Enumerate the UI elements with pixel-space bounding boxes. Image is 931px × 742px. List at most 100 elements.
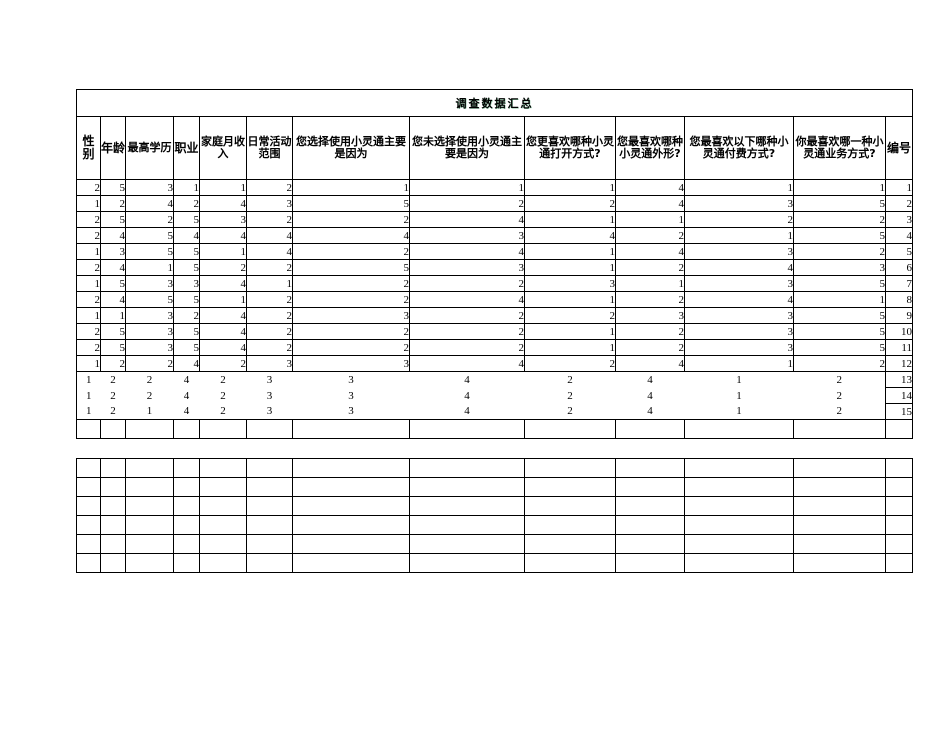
empty-cell[interactable] [100,553,126,573]
empty-cell[interactable] [409,496,525,516]
cell-open-style[interactable]: 1 [524,243,616,260]
empty-cell[interactable] [76,458,101,478]
cell-education[interactable]: 1 [125,403,174,420]
cell-education[interactable]: 3 [125,339,174,356]
empty-cell[interactable] [793,496,886,516]
cell-age[interactable]: 3 [100,243,126,260]
empty-cell[interactable] [76,515,101,535]
cell-service-type[interactable]: 3 [793,259,886,276]
empty-cell[interactable] [409,534,525,554]
empty-cell[interactable] [246,515,293,535]
empty-cell[interactable] [76,477,101,497]
cell-education[interactable]: 2 [125,355,174,372]
cell-gender[interactable]: 2 [76,179,101,196]
cell-gender[interactable]: 1 [76,403,101,420]
cell-reason-choose[interactable]: 2 [292,211,410,228]
cell-education[interactable]: 2 [125,211,174,228]
empty-cell[interactable] [100,419,126,439]
cell-education[interactable]: 5 [125,243,174,260]
cell-open-style[interactable]: 1 [524,259,616,276]
cell-gender[interactable]: 1 [76,355,101,372]
cell-id[interactable]: 5 [885,243,913,260]
empty-row[interactable] [76,496,913,516]
empty-cell[interactable] [173,419,200,439]
cell-reason-choose[interactable]: 3 [292,355,410,372]
cell-age[interactable]: 5 [100,339,126,356]
column-header-education[interactable]: 最高学历 [125,116,174,180]
column-header-reason-not-choose[interactable]: 您未选择使用小灵通主要是因为 [409,116,525,180]
cell-income[interactable]: 2 [199,259,247,276]
cell-service-type[interactable]: 1 [793,179,886,196]
cell-income[interactable]: 2 [199,355,247,372]
cell-service-type[interactable]: 5 [793,227,886,244]
cell-gender[interactable]: 1 [76,243,101,260]
cell-open-style[interactable]: 2 [524,195,616,212]
cell-appearance[interactable]: 4 [615,195,685,212]
cell-id[interactable]: 4 [885,227,913,244]
table-row[interactable]: 1 2 4 2 4 3 5 2 2 4 3 5 2 [76,195,913,212]
cell-age[interactable]: 5 [100,211,126,228]
table-row[interactable]: 1 3 5 5 1 4 2 4 1 4 3 2 5 [76,243,913,260]
cell-income[interactable]: 2 [199,387,247,404]
empty-cell[interactable] [684,496,794,516]
cell-income[interactable]: 4 [199,307,247,324]
cell-payment[interactable]: 1 [684,387,794,404]
cell-activity-range[interactable]: 3 [246,371,293,388]
cell-gender[interactable]: 2 [76,339,101,356]
empty-cell[interactable] [292,553,410,573]
cell-service-type[interactable]: 2 [793,403,886,420]
cell-age[interactable]: 2 [100,355,126,372]
cell-service-type[interactable]: 5 [793,307,886,324]
cell-age[interactable]: 2 [100,371,126,388]
table-row[interactable]: 1 2 2 4 2 3 3 4 2 4 1 2 12 [76,355,913,372]
cell-payment[interactable]: 1 [684,179,794,196]
cell-gender[interactable]: 2 [76,259,101,276]
cell-income[interactable]: 2 [199,403,247,420]
empty-cell[interactable] [409,477,525,497]
cell-income[interactable]: 4 [199,323,247,340]
empty-cell[interactable] [199,515,247,535]
cell-income[interactable]: 1 [199,243,247,260]
cell-id[interactable]: 6 [885,259,913,276]
cell-income[interactable]: 4 [199,227,247,244]
cell-open-style[interactable]: 3 [524,275,616,292]
empty-cell[interactable] [199,534,247,554]
cell-occupation[interactable]: 5 [173,259,200,276]
empty-cell[interactable] [246,496,293,516]
table-row[interactable]: 2 4 5 4 4 4 4 3 4 2 1 5 4 [76,227,913,244]
cell-appearance[interactable]: 2 [615,259,685,276]
cell-age[interactable]: 2 [100,403,126,420]
empty-cell[interactable] [292,534,410,554]
cell-open-style[interactable]: 2 [524,307,616,324]
empty-cell[interactable] [246,458,293,478]
cell-education[interactable]: 3 [125,275,174,292]
cell-appearance[interactable]: 1 [615,211,685,228]
cell-activity-range[interactable]: 1 [246,275,293,292]
empty-cell[interactable] [409,515,525,535]
cell-service-type[interactable]: 5 [793,323,886,340]
cell-gender[interactable]: 1 [76,307,101,324]
empty-cell[interactable] [292,496,410,516]
cell-id[interactable]: 15 [885,403,913,420]
table-row[interactable]: 2 5 2 5 3 2 2 4 1 1 2 2 3 [76,211,913,228]
cell-age[interactable]: 1 [100,307,126,324]
empty-cell[interactable] [76,553,101,573]
cell-education[interactable]: 3 [125,307,174,324]
cell-activity-range[interactable]: 3 [246,195,293,212]
cell-age[interactable]: 5 [100,179,126,196]
cell-income[interactable]: 1 [199,291,247,308]
empty-cell[interactable] [173,477,200,497]
cell-occupation[interactable]: 5 [173,211,200,228]
empty-cell[interactable] [684,477,794,497]
cell-income[interactable]: 4 [199,195,247,212]
empty-cell[interactable] [684,553,794,573]
cell-occupation[interactable]: 4 [173,355,200,372]
empty-row[interactable] [76,534,913,554]
table-row[interactable]: 1 5 3 3 4 1 2 2 3 1 3 5 7 [76,275,913,292]
empty-cell[interactable] [292,477,410,497]
empty-cell[interactable] [409,553,525,573]
table-row[interactable]: 2 4 5 5 1 2 2 4 1 2 4 1 8 [76,291,913,308]
empty-cell[interactable] [199,553,247,573]
empty-cell[interactable] [684,419,794,439]
empty-cell[interactable] [615,477,685,497]
